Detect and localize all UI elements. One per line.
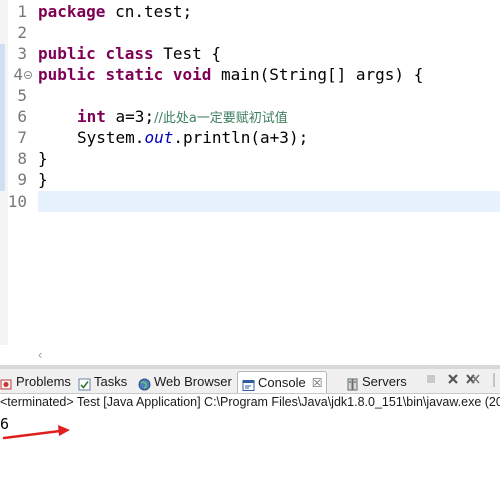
line-number: 9	[17, 170, 27, 189]
remove-all-terminated-icon[interactable]	[466, 373, 480, 389]
line-number: 7	[17, 128, 27, 147]
code-line-6: int a=3;//此处a一定要赋初试值	[77, 106, 288, 127]
code-line-3: public class Test {	[38, 43, 221, 64]
scroll-left-icon[interactable]: ‹	[38, 347, 42, 362]
tab-web-browser[interactable]: Web Browser	[138, 371, 232, 393]
code-line-8: }	[38, 149, 48, 168]
line-number: 3	[17, 44, 27, 63]
keyword: void	[172, 65, 212, 84]
tab-tasks[interactable]: Tasks	[78, 371, 127, 393]
line-number: 8	[17, 149, 27, 168]
keyword: int	[77, 107, 106, 126]
problems-icon	[0, 376, 13, 389]
console-view[interactable]: <terminated> Test [Java Application] C:\…	[0, 394, 500, 481]
annotation-arrow-icon	[2, 425, 70, 440]
code-line-1: package cn.test;	[38, 1, 192, 22]
keyword: public	[38, 44, 96, 63]
code-editor[interactable]: 1 2 3 4 5 6 7 8 9 10 package cn.test; pu…	[0, 0, 500, 345]
keyword: class	[105, 44, 154, 63]
keyword: static	[105, 65, 164, 84]
tab-servers[interactable]: Servers	[346, 371, 407, 393]
tasks-icon	[78, 376, 91, 390]
code-line-4: public static void main(String[] args) {	[38, 64, 423, 85]
static-field: out	[144, 128, 174, 147]
tab-label: Console	[258, 375, 306, 390]
tab-label: Tasks	[94, 374, 128, 389]
line-number: 4	[13, 65, 23, 84]
code-line-7: System.out.println(a+3);	[77, 127, 308, 148]
tab-problems[interactable]: Problems	[0, 371, 71, 393]
globe-icon	[138, 376, 151, 390]
toolbar-divider	[488, 373, 500, 389]
tab-label: Problems	[16, 374, 71, 389]
tab-console[interactable]: Console ☒	[237, 371, 328, 393]
tab-label: Servers	[362, 374, 407, 389]
close-icon[interactable]: ☒	[312, 372, 323, 393]
code-line-9: }	[38, 170, 48, 189]
code-text: Test {	[153, 44, 222, 63]
console-icon	[242, 377, 255, 391]
remove-launch-icon[interactable]	[446, 373, 460, 389]
line-number: 10	[7, 192, 27, 211]
code-comment: //此处a一定要赋初试值	[154, 111, 288, 126]
horizontal-scrollbar[interactable]: ‹	[0, 345, 500, 365]
code-text: a=3;	[105, 107, 155, 126]
line-number: 1	[17, 2, 27, 21]
line-number: 5	[17, 86, 27, 105]
view-tab-bar: Problems Tasks Web Browser Console ☒ Ser…	[0, 369, 500, 394]
fold-collapse-icon[interactable]	[24, 71, 32, 79]
code-text: .println(a+3);	[173, 128, 309, 147]
line-number: 2	[17, 23, 27, 42]
code-text: cn.test;	[105, 2, 193, 21]
keyword: package	[38, 2, 106, 21]
code-text: System.	[77, 128, 145, 147]
terminate-icon[interactable]	[424, 373, 438, 389]
keyword: public	[38, 65, 96, 84]
current-line-highlight	[38, 191, 500, 212]
servers-icon	[346, 376, 359, 390]
code-text: main(String[] args) {	[211, 65, 424, 84]
tab-label: Web Browser	[154, 374, 232, 389]
line-number: 6	[17, 107, 27, 126]
